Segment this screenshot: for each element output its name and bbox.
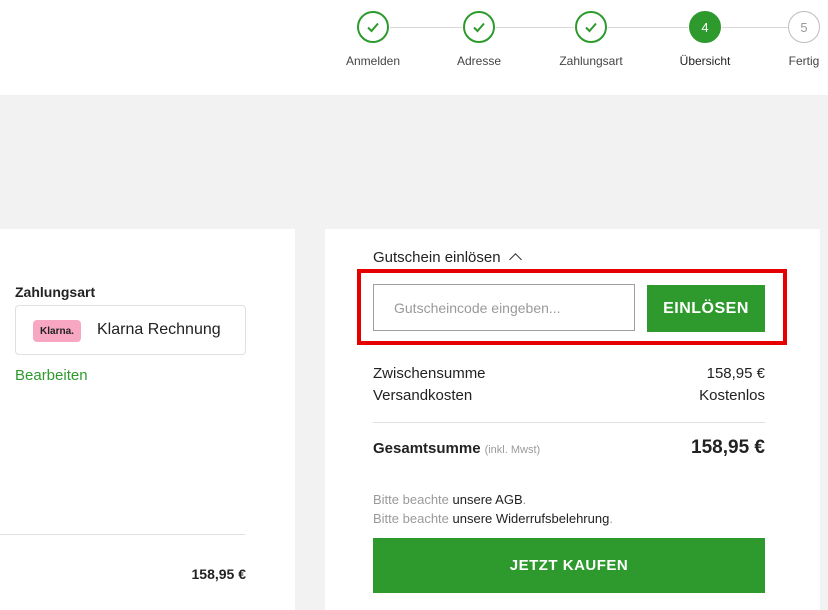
highlight-box — [357, 269, 787, 345]
shipping-value: Kostenlos — [699, 387, 765, 404]
step-fertig: 5 Fertig — [749, 11, 828, 68]
step-number-badge: 5 — [788, 11, 820, 43]
payment-method-box: Klarna. Klarna Rechnung — [15, 305, 246, 355]
step-anmelden[interactable]: Anmelden — [318, 11, 428, 68]
payment-section-title: Zahlungsart — [15, 284, 96, 300]
divider — [0, 534, 245, 535]
check-icon — [575, 11, 607, 43]
coupon-toggle-label: Gutschein einlösen — [373, 249, 501, 266]
order-details-panel: Zahlungsart Klarna. Klarna Rechnung Bear… — [0, 229, 295, 610]
step-zahlungsart[interactable]: Zahlungsart — [536, 11, 646, 68]
checkout-header: Anmelden Adresse Zahlungsart 4 Übersicht… — [0, 0, 828, 95]
step-uebersicht: 4 Übersicht — [650, 11, 760, 68]
step-number-badge: 4 — [689, 11, 721, 43]
step-label: Fertig — [788, 54, 820, 68]
grand-total-value: 158,95 € — [691, 437, 765, 458]
left-total-value: 158,95 € — [191, 566, 247, 582]
withdrawal-note: Bitte beachte unsere Widerrufsbelehrung. — [373, 511, 613, 526]
grand-total-label: Gesamtsumme — [373, 440, 481, 457]
klarna-logo: Klarna. — [33, 320, 81, 342]
step-label: Übersicht — [679, 54, 731, 68]
subtotal-row: Zwischensumme 158,95 € — [373, 365, 765, 382]
edit-payment-link[interactable]: Bearbeiten — [15, 367, 88, 384]
tax-note: (inkl. Mwst) — [484, 444, 541, 456]
grand-total-row: Gesamtsumme (inkl. Mwst) 158,95 € — [373, 437, 765, 459]
agb-link[interactable]: unsere AGB — [453, 492, 523, 507]
subtotal-label: Zwischensumme — [373, 365, 486, 382]
divider — [373, 422, 765, 423]
check-icon — [357, 11, 389, 43]
chevron-up-icon — [508, 253, 522, 266]
buy-now-button[interactable]: JETZT KAUFEN — [373, 538, 765, 593]
step-adresse[interactable]: Adresse — [424, 11, 534, 68]
step-label: Adresse — [456, 54, 502, 68]
withdrawal-link[interactable]: unsere Widerrufsbelehrung — [453, 511, 610, 526]
agb-note: Bitte beachte unsere AGB. — [373, 492, 527, 507]
payment-method-name: Klarna Rechnung — [97, 321, 221, 338]
subtotal-value: 158,95 € — [706, 365, 765, 382]
step-label: Zahlungsart — [559, 54, 623, 68]
step-label: Anmelden — [345, 54, 401, 68]
order-summary-panel: Gutschein einlösen EINLÖSEN Zwischensumm… — [325, 229, 820, 610]
shipping-row: Versandkosten Kostenlos — [373, 387, 765, 404]
coupon-toggle[interactable]: Gutschein einlösen — [373, 249, 522, 266]
check-icon — [463, 11, 495, 43]
shipping-label: Versandkosten — [373, 387, 473, 404]
